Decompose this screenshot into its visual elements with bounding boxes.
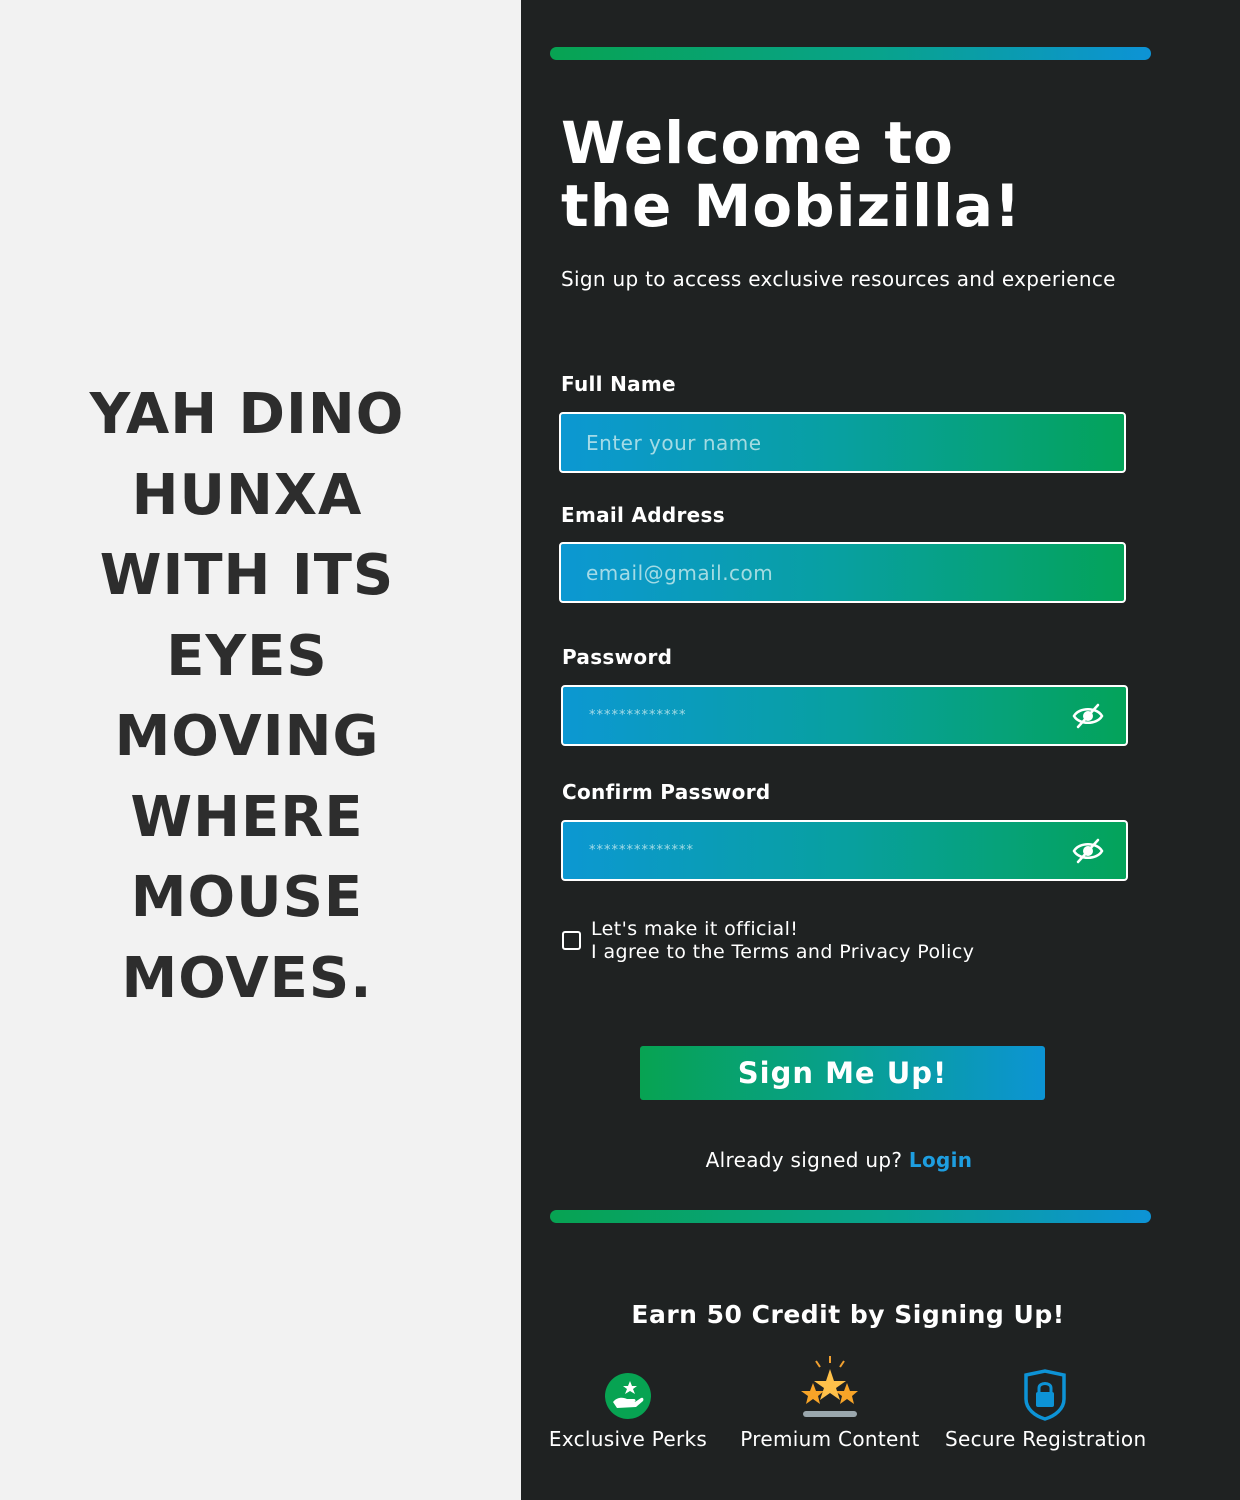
title-line: the Mobizilla! bbox=[561, 172, 1022, 240]
full-name-field-wrapper bbox=[559, 412, 1126, 473]
feature-label: Secure Registration bbox=[945, 1427, 1147, 1451]
confirm-password-label: Confirm Password bbox=[562, 780, 771, 804]
full-name-input[interactable] bbox=[561, 414, 1124, 471]
terms-row: Let's make it official! I agree to the T… bbox=[562, 918, 974, 964]
tagline-line: HUNXA bbox=[131, 462, 363, 528]
password-mask: ************* bbox=[589, 708, 687, 723]
feature-secure-registration: Secure Registration bbox=[945, 1355, 1147, 1451]
confirm-password-mask: ************** bbox=[589, 843, 694, 858]
tagline-line: MOUSE bbox=[130, 865, 364, 930]
feature-label: Exclusive Perks bbox=[548, 1427, 708, 1451]
page-title: Welcome to the Mobizilla! bbox=[561, 112, 1201, 238]
eye-off-icon[interactable] bbox=[1072, 702, 1104, 730]
sign-up-button[interactable]: Sign Me Up! bbox=[640, 1046, 1045, 1100]
terms-line-1: Let's make it official! bbox=[591, 918, 799, 940]
signup-panel: Welcome to the Mobizilla! Sign up to acc… bbox=[521, 0, 1240, 1500]
stars-icon bbox=[801, 1356, 858, 1417]
tagline-line: EYES bbox=[166, 623, 328, 689]
tagline-line: YAH DINO bbox=[89, 382, 405, 447]
email-field-wrapper bbox=[559, 542, 1126, 603]
left-panel: YAH DINO HUNXA WITH ITS EYES MOVING WHER… bbox=[0, 0, 521, 1500]
top-gradient-bar bbox=[550, 47, 1151, 60]
eye-off-icon[interactable] bbox=[1072, 837, 1104, 865]
password-field[interactable]: ************* bbox=[561, 685, 1128, 746]
title-line: Welcome to bbox=[561, 109, 954, 177]
bottom-gradient-bar bbox=[550, 1210, 1151, 1223]
email-input[interactable] bbox=[561, 544, 1124, 601]
login-prompt: Already signed up? Login bbox=[521, 1148, 1157, 1172]
tagline-line: WITH ITS bbox=[99, 543, 395, 608]
promo-title: Earn 50 Credit by Signing Up! bbox=[631, 1300, 1065, 1329]
hand-star-icon bbox=[605, 1373, 651, 1419]
already-text: Already signed up? bbox=[705, 1148, 903, 1172]
password-label: Password bbox=[562, 645, 673, 669]
terms-line-2: I agree to the Terms and Privacy Policy bbox=[591, 941, 975, 963]
email-label: Email Address bbox=[561, 503, 725, 527]
tagline-line: MOVES. bbox=[121, 945, 373, 1011]
full-name-label: Full Name bbox=[561, 372, 676, 396]
login-link[interactable]: Login bbox=[909, 1148, 972, 1172]
feature-label: Premium Content bbox=[740, 1427, 920, 1451]
terms-text: Let's make it official! I agree to the T… bbox=[591, 918, 974, 964]
tagline-line: WHERE bbox=[130, 784, 364, 850]
subtitle: Sign up to access exclusive resources an… bbox=[561, 267, 1116, 291]
terms-checkbox[interactable] bbox=[562, 931, 581, 950]
shield-lock-icon bbox=[1024, 1369, 1066, 1421]
confirm-password-field[interactable]: ************** bbox=[561, 820, 1128, 881]
feature-exclusive-perks: Exclusive Perks bbox=[545, 1355, 711, 1451]
tagline-line: MOVING bbox=[114, 704, 380, 769]
tagline: YAH DINO HUNXA WITH ITS EYES MOVING WHER… bbox=[0, 375, 494, 1019]
feature-premium-content: Premium Content bbox=[733, 1355, 927, 1451]
